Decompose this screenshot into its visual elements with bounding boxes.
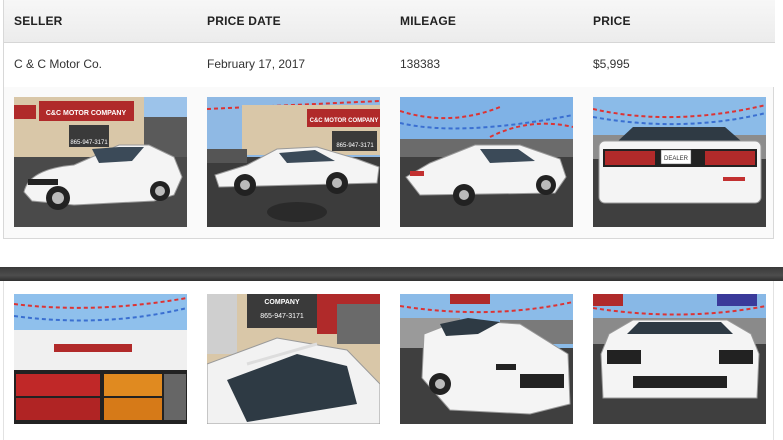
car-photo-roof[interactable]: COMPANY 865-947-3171: [207, 294, 380, 424]
dealer-sign-text: C&C MOTOR COMPANY: [46, 110, 127, 117]
car-photo-side-image: C&C MOTOR COMPANY 865-947-3171: [207, 97, 380, 227]
plate-text: DEALER: [664, 156, 689, 162]
header-price-date: PRICE DATE: [207, 14, 281, 28]
car-photo-taillight[interactable]: [14, 294, 187, 424]
seller-value: C & C Motor Co.: [14, 57, 103, 71]
car-photo-rear[interactable]: DEALER: [593, 97, 766, 227]
car-photo-rear-quarter-image: [400, 97, 573, 227]
car-photo-front-left[interactable]: [400, 294, 573, 424]
car-photo-front-quarter[interactable]: C&C MOTOR COMPANY 865-947-3171: [14, 97, 187, 227]
car-photo-side[interactable]: C&C MOTOR COMPANY 865-947-3171: [207, 97, 380, 227]
price-date-value: February 17, 2017: [207, 57, 306, 71]
dealer-phone-text: 865-947-3171: [260, 313, 304, 320]
dealer-sign-text: COMPANY: [264, 299, 300, 306]
header-seller: SELLER: [14, 14, 63, 28]
table-row: C & C Motor Co. February 17, 2017 138383…: [4, 43, 775, 87]
car-photo-front[interactable]: [593, 294, 766, 424]
dealer-phone-text: 865-947-3171: [336, 143, 374, 149]
price-value: $5,995: [593, 57, 630, 71]
header-price: PRICE: [593, 14, 631, 28]
car-photo-front-image: [593, 294, 766, 424]
car-photo-rear-quarter[interactable]: [400, 97, 573, 227]
mileage-value: 138383: [400, 57, 441, 71]
car-photo-rear-image: DEALER: [593, 97, 766, 227]
section-divider: [0, 267, 783, 281]
header-mileage: MILEAGE: [400, 14, 457, 28]
photo-gallery-row: COMPANY 865-947-3171: [3, 281, 774, 440]
car-photo-roof-image: COMPANY 865-947-3171: [207, 294, 380, 424]
table-header: SELLER PRICE DATE MILEAGE PRICE: [4, 0, 775, 43]
car-photo-taillight-image: [14, 294, 187, 424]
car-photo-front-quarter-image: C&C MOTOR COMPANY 865-947-3171: [14, 97, 187, 227]
dealer-sign-text: C&C MOTOR COMPANY: [310, 118, 379, 124]
listing-card: SELLER PRICE DATE MILEAGE PRICE C & C Mo…: [3, 0, 775, 239]
dealer-phone-text: 865-947-3171: [70, 140, 108, 146]
car-photo-front-left-image: [400, 294, 573, 424]
